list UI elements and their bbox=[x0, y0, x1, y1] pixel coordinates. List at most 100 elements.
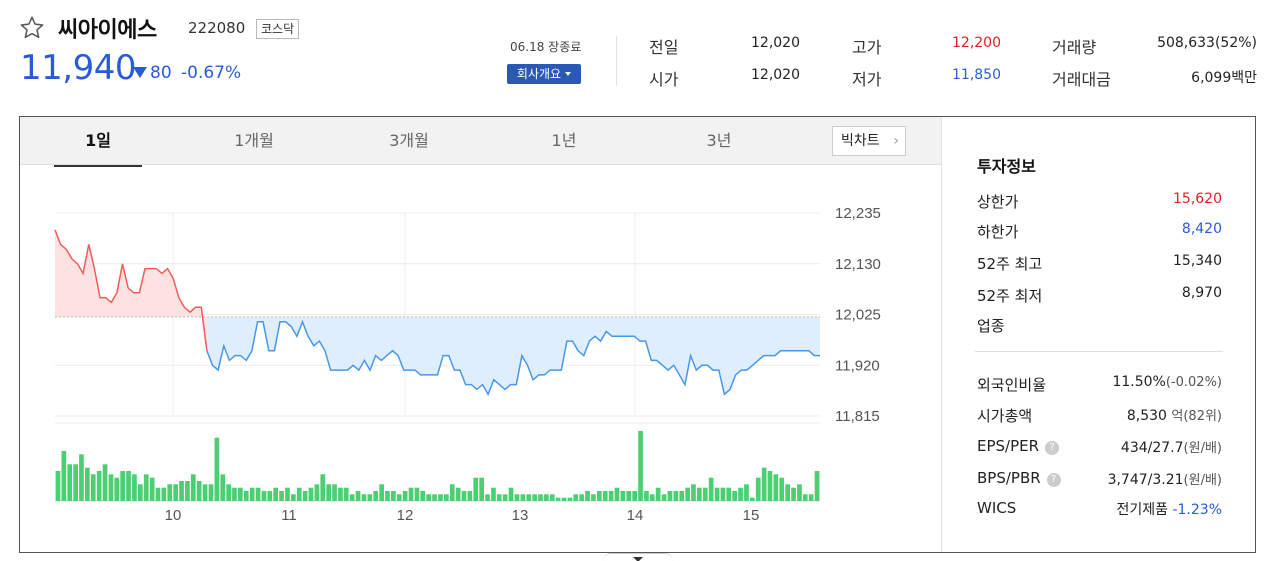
volume-bar bbox=[126, 471, 131, 501]
volume-bar bbox=[355, 491, 361, 501]
volume-bar bbox=[138, 484, 143, 501]
chevron-right-icon: › bbox=[893, 133, 899, 149]
volume-bar bbox=[385, 491, 390, 501]
volume-bar bbox=[214, 437, 220, 501]
volume-bar bbox=[73, 464, 78, 501]
summary-label-amount: 거래대금 bbox=[1052, 70, 1111, 89]
market-badge: 코스닥 bbox=[256, 19, 300, 39]
tab-1year[interactable]: 1년 bbox=[520, 117, 608, 165]
summary-label-prev: 전일 bbox=[649, 38, 679, 57]
volume-bar bbox=[90, 474, 96, 501]
volume-bar bbox=[349, 494, 355, 501]
summary-value-prev: 12,020 bbox=[751, 35, 800, 51]
volume-bar bbox=[420, 491, 426, 501]
company-overview-button[interactable]: 회사개요 bbox=[507, 64, 581, 84]
x-tick-label: 13 bbox=[512, 507, 529, 524]
volume-bar bbox=[373, 491, 379, 501]
volume-bar bbox=[167, 484, 173, 501]
volume-bar bbox=[732, 491, 737, 501]
volume-bar bbox=[196, 481, 202, 501]
volume-bar bbox=[532, 494, 537, 501]
x-tick-label: 10 bbox=[165, 507, 182, 524]
volume-bar bbox=[149, 477, 155, 501]
volume-bar bbox=[744, 484, 749, 501]
volume-bar bbox=[326, 484, 331, 501]
volume-bar bbox=[314, 484, 320, 501]
volume-bar bbox=[226, 484, 231, 501]
investment-info-panel: 투자정보 상한가 15,620 하한가 8,420 52주 최고 15,340 … bbox=[941, 117, 1255, 552]
help-icon[interactable]: ? bbox=[1046, 473, 1061, 487]
volume-bar bbox=[673, 491, 679, 501]
volume-bar bbox=[667, 491, 673, 501]
volume-bar bbox=[585, 491, 590, 501]
volume-bar bbox=[791, 487, 796, 501]
y-tick-label: 11,920 bbox=[835, 357, 880, 374]
volume-bar bbox=[444, 494, 449, 501]
volume-bar bbox=[155, 487, 161, 501]
volume-bar bbox=[579, 494, 584, 501]
volume-bar bbox=[785, 484, 790, 501]
volume-bar bbox=[332, 484, 337, 501]
volume-bar bbox=[573, 494, 579, 501]
volume-bar bbox=[291, 494, 296, 501]
volume-bar bbox=[638, 431, 643, 501]
summary-label-volume: 거래량 bbox=[1052, 38, 1097, 57]
volume-bar bbox=[320, 474, 326, 501]
bigchart-button[interactable]: 빅차트 › bbox=[832, 126, 906, 156]
volume-bar bbox=[702, 487, 708, 501]
volume-bar bbox=[496, 494, 502, 501]
intraday-chart[interactable]: 12,23512,13012,02511,92011,815 10 11 12 13 1… bbox=[20, 166, 940, 552]
foreign-ratio-value: 11.50%(-0.02%) bbox=[1112, 374, 1222, 390]
tab-3month[interactable]: 3개월 bbox=[365, 117, 453, 165]
volume-bar bbox=[814, 471, 820, 501]
lower-limit-label: 하한가 bbox=[977, 223, 1019, 241]
volume-bar bbox=[67, 464, 73, 501]
tab-3year[interactable]: 3년 bbox=[675, 117, 763, 165]
favorite-star-icon[interactable] bbox=[18, 14, 46, 42]
eps-per-value: 434/27.7(원/배) bbox=[1120, 440, 1222, 456]
volume-bar bbox=[773, 474, 779, 501]
volume-bar bbox=[797, 484, 802, 501]
volume-bar bbox=[602, 491, 608, 501]
period-tabs: 1일 1개월 3개월 1년 3년 빅차트 › bbox=[20, 117, 941, 167]
volume-bar bbox=[726, 487, 732, 501]
scroll-down-handle[interactable] bbox=[603, 553, 673, 561]
header-divider bbox=[616, 36, 617, 86]
volume-bar bbox=[238, 487, 243, 501]
volume-bar bbox=[249, 487, 255, 501]
volume-bar bbox=[361, 494, 367, 501]
volume-bar bbox=[426, 494, 431, 501]
chart-container: 1일 1개월 3개월 1년 3년 빅차트 › 12,235 12,130 12,025… bbox=[19, 116, 1256, 553]
upper-limit-value: 15,620 bbox=[1173, 191, 1222, 207]
summary-label-open: 시가 bbox=[649, 70, 679, 89]
market-cap-label: 시가총액 bbox=[977, 407, 1033, 425]
volume-bar bbox=[120, 471, 125, 501]
volume-bar bbox=[485, 494, 490, 501]
wics-value[interactable]: 전기제품 -1.23% bbox=[1116, 499, 1222, 519]
volume-bar bbox=[273, 487, 278, 501]
volume-bar bbox=[343, 487, 349, 501]
tab-1month[interactable]: 1개월 bbox=[210, 117, 298, 165]
market-cap-value: 8,530 억(82위) bbox=[1126, 408, 1222, 424]
volume-bar bbox=[591, 494, 596, 501]
tab-1day[interactable]: 1일 bbox=[54, 117, 142, 167]
volume-bar bbox=[391, 491, 396, 501]
volume-bar bbox=[302, 491, 308, 501]
y-tick-label: 12,235 bbox=[835, 205, 881, 222]
stock-name: 씨아이에스 bbox=[58, 18, 157, 43]
volume-bar bbox=[555, 497, 561, 501]
volume-bar bbox=[396, 494, 402, 501]
wics-label: WICS bbox=[977, 499, 1017, 517]
volume-bar bbox=[502, 494, 508, 501]
volume-bar bbox=[96, 471, 102, 501]
y-tick-label: 12,130 bbox=[835, 256, 881, 273]
volume-bar bbox=[308, 487, 314, 501]
volume-bar bbox=[761, 467, 767, 501]
volume-bar bbox=[208, 484, 214, 501]
volume-bar bbox=[549, 494, 555, 501]
summary-label-high: 고가 bbox=[852, 38, 882, 57]
help-icon[interactable]: ? bbox=[1045, 441, 1060, 455]
stock-header: 씨아이에스 222080 코스닥 11,940 80 -0.67% 06.18 … bbox=[0, 0, 1273, 110]
volume-bar bbox=[232, 487, 237, 501]
volume-bar bbox=[449, 484, 455, 501]
